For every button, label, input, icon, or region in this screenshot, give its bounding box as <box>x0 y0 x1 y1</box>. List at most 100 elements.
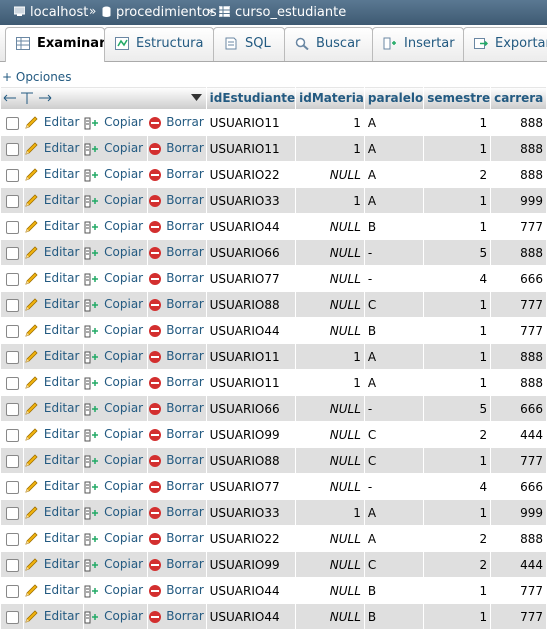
cell-semestre[interactable]: 4 <box>423 473 492 500</box>
tab-insertar[interactable]: Insertar <box>372 27 464 61</box>
edit-link[interactable]: Editar <box>23 239 85 266</box>
copy-link[interactable]: Copiar <box>83 291 149 318</box>
column-header-carrera[interactable]: carrera <box>490 86 547 110</box>
cell-paralelo[interactable]: C <box>363 291 425 318</box>
edit-link[interactable]: Editar <box>23 109 85 136</box>
copy-link[interactable]: Copiar <box>83 161 149 188</box>
cell-idMateria[interactable]: NULL <box>295 603 365 630</box>
cell-idMateria[interactable]: NULL <box>295 525 365 552</box>
cell-idEstudiante[interactable]: USUARIO11 <box>205 343 297 370</box>
cell-idMateria[interactable]: NULL <box>295 421 365 448</box>
cell-paralelo[interactable]: A <box>363 135 425 162</box>
delete-link[interactable]: Borrar <box>147 161 207 188</box>
column-toggle-arrows[interactable] <box>3 91 57 105</box>
cell-semestre[interactable]: 1 <box>423 343 492 370</box>
row-checkbox[interactable] <box>5 350 19 364</box>
column-header-semestre[interactable]: semestre <box>423 86 492 110</box>
delete-link[interactable]: Borrar <box>147 395 207 422</box>
cell-carrera[interactable]: 777 <box>490 213 547 240</box>
cell-semestre[interactable]: 1 <box>423 447 492 474</box>
cell-idEstudiante[interactable]: USUARIO11 <box>205 109 297 136</box>
cell-paralelo[interactable]: B <box>363 317 425 344</box>
cell-idMateria[interactable]: 1 <box>295 109 365 136</box>
edit-link[interactable]: Editar <box>23 447 85 474</box>
cell-carrera[interactable]: 888 <box>490 343 547 370</box>
cell-carrera[interactable]: 777 <box>490 577 547 604</box>
delete-link[interactable]: Borrar <box>147 421 207 448</box>
cell-idEstudiante[interactable]: USUARIO22 <box>205 161 297 188</box>
tab-buscar[interactable]: Buscar <box>284 27 373 61</box>
cell-idMateria[interactable]: NULL <box>295 213 365 240</box>
delete-link[interactable]: Borrar <box>147 109 207 136</box>
edit-link[interactable]: Editar <box>23 525 85 552</box>
cell-paralelo[interactable]: A <box>363 109 425 136</box>
copy-link[interactable]: Copiar <box>83 447 149 474</box>
edit-link[interactable]: Editar <box>23 317 85 344</box>
cell-idMateria[interactable]: 1 <box>295 135 365 162</box>
breadcrumb-table[interactable]: curso_estudiante <box>235 5 346 20</box>
edit-link[interactable]: Editar <box>23 577 85 604</box>
edit-link[interactable]: Editar <box>23 473 85 500</box>
options-link[interactable]: + Opciones <box>2 70 71 84</box>
cell-semestre[interactable]: 1 <box>423 109 492 136</box>
column-header-idMateria[interactable]: idMateria <box>295 86 365 110</box>
cell-idEstudiante[interactable]: USUARIO99 <box>205 421 297 448</box>
delete-link[interactable]: Borrar <box>147 343 207 370</box>
cell-idEstudiante[interactable]: USUARIO66 <box>205 239 297 266</box>
cell-carrera[interactable]: 777 <box>490 317 547 344</box>
tab-examinar[interactable]: Examinar <box>5 27 105 62</box>
copy-link[interactable]: Copiar <box>83 577 149 604</box>
edit-link[interactable]: Editar <box>23 291 85 318</box>
copy-link[interactable]: Copiar <box>83 525 149 552</box>
cell-semestre[interactable]: 1 <box>423 317 492 344</box>
cell-semestre[interactable]: 1 <box>423 291 492 318</box>
row-checkbox[interactable] <box>5 610 19 624</box>
cell-paralelo[interactable]: C <box>363 447 425 474</box>
copy-link[interactable]: Copiar <box>83 395 149 422</box>
column-header-idEstudiante[interactable]: idEstudiante <box>205 86 297 110</box>
copy-link[interactable]: Copiar <box>83 343 149 370</box>
cell-idEstudiante[interactable]: USUARIO99 <box>205 551 297 578</box>
delete-link[interactable]: Borrar <box>147 577 207 604</box>
copy-link[interactable]: Copiar <box>83 369 149 396</box>
cell-carrera[interactable]: 888 <box>490 135 547 162</box>
delete-link[interactable]: Borrar <box>147 525 207 552</box>
cell-paralelo[interactable]: B <box>363 603 425 630</box>
cell-idEstudiante[interactable]: USUARIO44 <box>205 317 297 344</box>
column-header-paralelo[interactable]: paralelo <box>363 86 425 110</box>
cell-idMateria[interactable]: NULL <box>295 395 365 422</box>
cell-idEstudiante[interactable]: USUARIO11 <box>205 369 297 396</box>
cell-idMateria[interactable]: NULL <box>295 577 365 604</box>
cell-carrera[interactable]: 777 <box>490 603 547 630</box>
cell-paralelo[interactable]: A <box>363 525 425 552</box>
edit-link[interactable]: Editar <box>23 161 85 188</box>
delete-link[interactable]: Borrar <box>147 499 207 526</box>
cell-carrera[interactable]: 999 <box>490 499 547 526</box>
copy-link[interactable]: Copiar <box>83 499 149 526</box>
cell-semestre[interactable]: 1 <box>423 369 492 396</box>
edit-link[interactable]: Editar <box>23 499 85 526</box>
cell-paralelo[interactable]: B <box>363 577 425 604</box>
edit-link[interactable]: Editar <box>23 187 85 214</box>
breadcrumb-server[interactable]: localhost <box>30 5 88 20</box>
delete-link[interactable]: Borrar <box>147 291 207 318</box>
row-checkbox[interactable] <box>5 558 19 572</box>
edit-link[interactable]: Editar <box>23 213 85 240</box>
cell-idEstudiante[interactable]: USUARIO44 <box>205 603 297 630</box>
delete-link[interactable]: Borrar <box>147 473 207 500</box>
row-checkbox[interactable] <box>5 480 19 494</box>
cell-carrera[interactable]: 888 <box>490 369 547 396</box>
delete-link[interactable]: Borrar <box>147 551 207 578</box>
cell-idMateria[interactable]: 1 <box>295 343 365 370</box>
cell-semestre[interactable]: 1 <box>423 187 492 214</box>
tab-estructura[interactable]: Estructura <box>104 27 214 61</box>
delete-link[interactable]: Borrar <box>147 135 207 162</box>
cell-idEstudiante[interactable]: USUARIO44 <box>205 577 297 604</box>
edit-link[interactable]: Editar <box>23 369 85 396</box>
row-checkbox[interactable] <box>5 584 19 598</box>
cell-carrera[interactable]: 444 <box>490 551 547 578</box>
cell-idEstudiante[interactable]: USUARIO77 <box>205 265 297 292</box>
edit-link[interactable]: Editar <box>23 551 85 578</box>
edit-link[interactable]: Editar <box>23 421 85 448</box>
row-checkbox[interactable] <box>5 194 19 208</box>
